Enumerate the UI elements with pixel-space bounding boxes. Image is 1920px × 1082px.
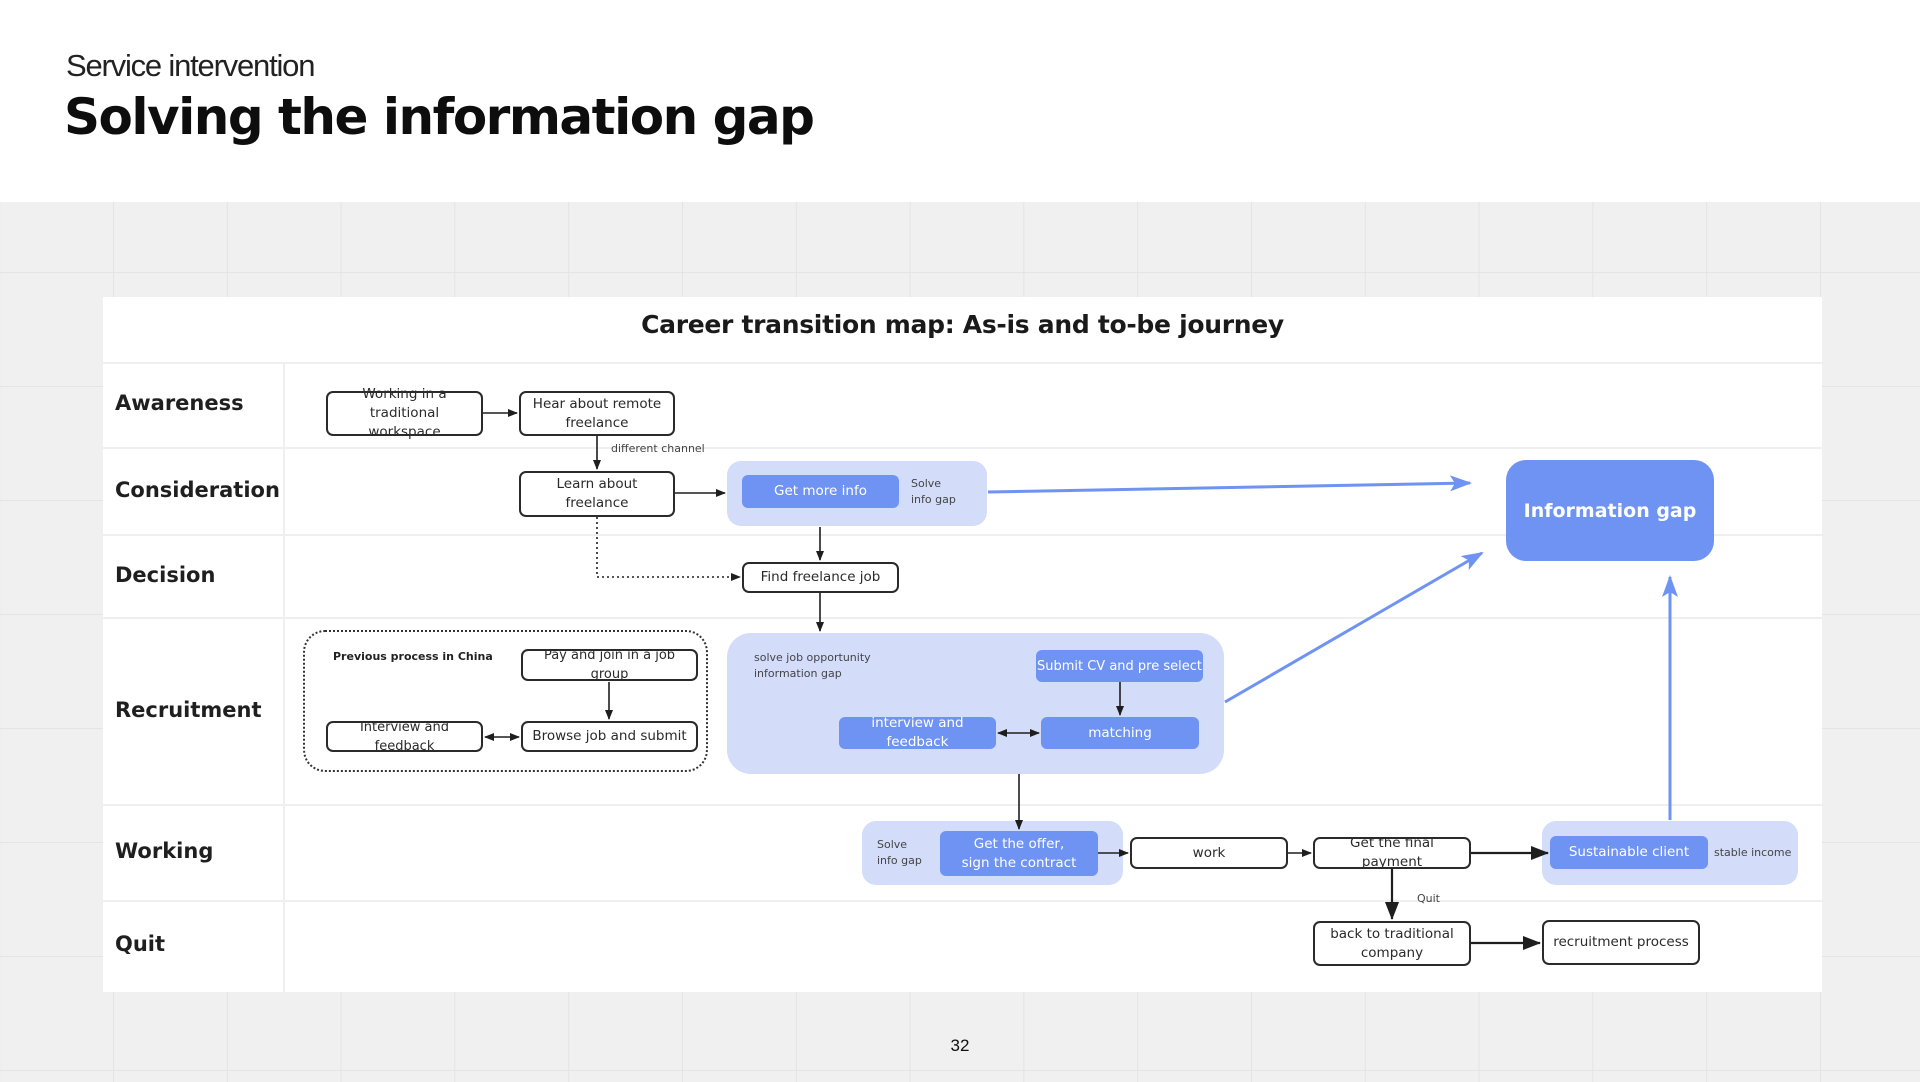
row-divider <box>103 617 1822 619</box>
china-process-label: Previous process in China <box>333 650 493 663</box>
note-solve-info-gap: Solve info gap <box>911 477 956 506</box>
node-matching[interactable]: matching <box>1041 717 1199 749</box>
label-column-divider <box>283 363 285 992</box>
stage-label-recruitment: Recruitment <box>115 698 262 722</box>
stage-label-quit: Quit <box>115 932 166 956</box>
note-stable-income: stable income <box>1714 846 1792 859</box>
journey-map-title: Career transition map: As-is and to-be j… <box>641 310 1284 339</box>
slide-title: Solving the information gap <box>64 88 815 146</box>
node-working-traditional[interactable]: Working in a traditional workspace <box>326 386 483 440</box>
row-divider <box>103 362 1822 364</box>
note-solve-info-gap-working: Solve info gap <box>877 838 922 867</box>
node-interview-feedback-new[interactable]: interview and feedback <box>839 715 996 750</box>
node-interview-feedback-old[interactable]: Interview and feedback <box>326 720 483 754</box>
page-number: 32 <box>950 1036 970 1055</box>
node-get-more-info[interactable]: Get more info <box>742 475 899 508</box>
note-different-channel: different channel <box>611 442 705 455</box>
node-get-offer[interactable]: Get the offer, sign the contract <box>940 831 1098 876</box>
stage-label-working: Working <box>115 839 214 863</box>
node-find-freelance-job[interactable]: Find freelance job <box>742 562 899 593</box>
node-recruitment-process[interactable]: recruitment process <box>1542 920 1700 965</box>
node-pay-join-job-group[interactable]: Pay and join in a job group <box>521 648 698 682</box>
node-back-to-traditional[interactable]: back to traditional company <box>1313 921 1471 966</box>
node-hear-remote-freelance[interactable]: Hear about remote freelance <box>519 391 675 436</box>
note-quit: Quit <box>1417 892 1440 905</box>
node-get-final-payment[interactable]: Get the final payment <box>1313 835 1471 870</box>
slide-header: Service intervention Solving the informa… <box>0 0 1920 202</box>
node-information-gap[interactable]: Information gap <box>1506 460 1714 561</box>
stage-label-decision: Decision <box>115 563 216 587</box>
node-submit-cv[interactable]: Submit CV and pre select <box>1036 650 1203 682</box>
row-divider <box>103 804 1822 806</box>
row-divider <box>103 900 1822 902</box>
node-learn-about-freelance[interactable]: Learn about freelance <box>519 471 675 517</box>
node-browse-job-submit[interactable]: Browse job and submit <box>521 721 698 752</box>
row-divider <box>103 447 1822 449</box>
note-solve-job-gap: solve job opportunity information gap <box>754 651 871 680</box>
stage-label-consideration: Consideration <box>115 478 280 502</box>
node-work[interactable]: work <box>1130 837 1288 869</box>
stage-label-awareness: Awareness <box>115 391 244 415</box>
slide-subtitle: Service intervention <box>66 48 315 83</box>
node-sustainable-client[interactable]: Sustainable client <box>1550 836 1708 869</box>
